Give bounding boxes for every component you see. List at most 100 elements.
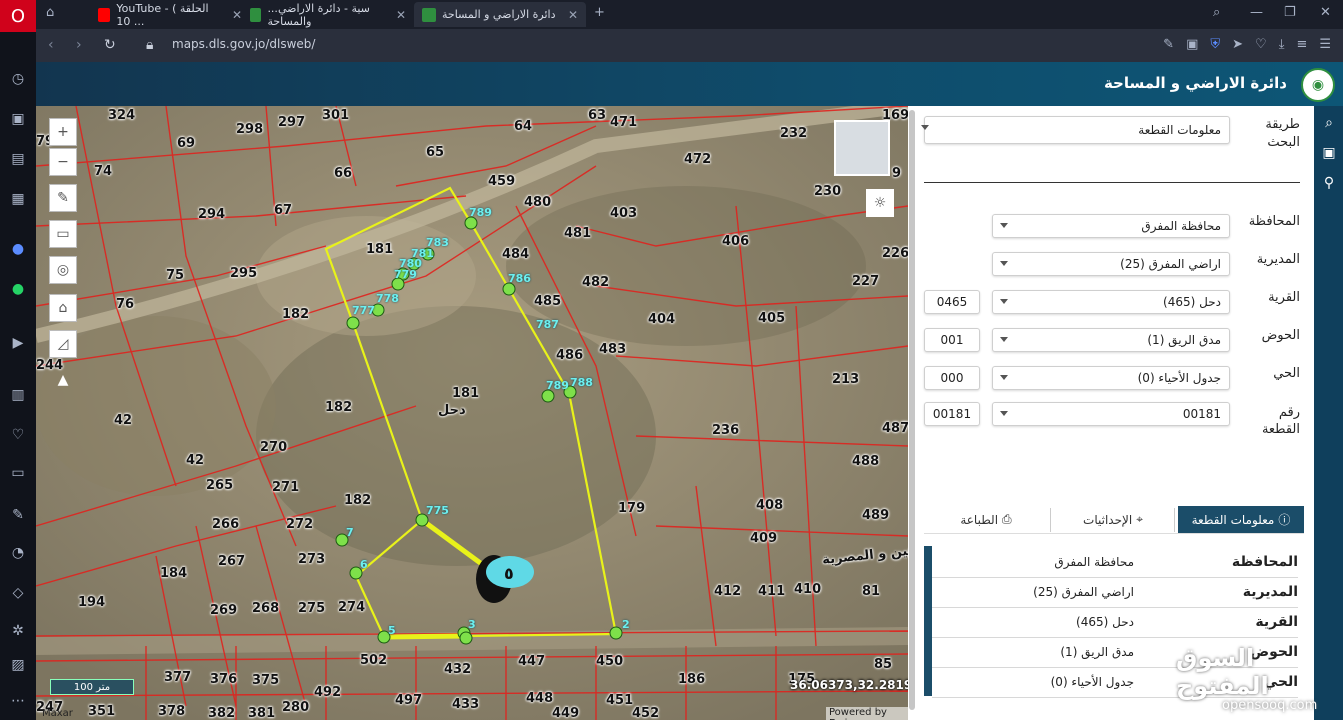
menu-icon[interactable]: ☰ bbox=[1319, 37, 1331, 52]
esri-attribution[interactable]: Powered by Esri bbox=[826, 707, 908, 720]
whatsapp-icon[interactable]: ● bbox=[9, 280, 27, 298]
tab-dls-map[interactable]: دائرة الاراضي و المساحة ✕ bbox=[414, 2, 586, 27]
measure-tool-icon[interactable]: ▭ bbox=[49, 220, 77, 248]
camera-icon[interactable]: ▣ bbox=[1186, 37, 1198, 52]
history-icon[interactable]: ◔ bbox=[9, 544, 27, 562]
map-scrollbar[interactable] bbox=[908, 106, 916, 720]
parcel-number-label: 480 bbox=[524, 195, 552, 210]
elevation-icon[interactable]: ◿ bbox=[49, 330, 77, 358]
location-pin-icon[interactable]: ⚲ bbox=[1320, 174, 1338, 192]
download-icon[interactable]: ⤓ bbox=[1279, 37, 1285, 52]
basin-select[interactable]: مدق الريق (1) bbox=[992, 328, 1230, 352]
parcel-code-field[interactable]: 00181 bbox=[924, 402, 980, 426]
heart-icon[interactable]: ♡ bbox=[1255, 37, 1267, 52]
parcel-number-label: 63 bbox=[588, 108, 607, 123]
zoom-out-button[interactable]: − bbox=[49, 148, 77, 176]
new-tab-icon[interactable]: + bbox=[594, 5, 605, 20]
close-tab-icon[interactable]: ✕ bbox=[568, 8, 578, 22]
bag-icon[interactable]: ▣ bbox=[9, 110, 27, 128]
compass-icon[interactable]: ▲ bbox=[49, 366, 77, 394]
parcel-number-label: 472 bbox=[684, 152, 712, 167]
parcel-number-label: 232 bbox=[780, 126, 808, 141]
close-tab-icon[interactable]: ✕ bbox=[396, 8, 406, 22]
layers-icon[interactable]: ▣ bbox=[1320, 144, 1338, 162]
close-tab-icon[interactable]: ✕ bbox=[232, 8, 242, 22]
neighborhood-label: الحي bbox=[1273, 366, 1300, 381]
parcel-number-label: 273 bbox=[298, 552, 326, 567]
speed-dial-icon[interactable]: ◷ bbox=[9, 70, 27, 88]
address-bar: ‹ › ↻ 🔒︎ maps.dls.gov.jo/dlsweb/ ✎ ▣ ⛨ ➤… bbox=[36, 29, 1343, 62]
locate-icon[interactable]: ◎ bbox=[49, 256, 77, 284]
coordinate-readout: 36.06373,32.28193 bbox=[790, 678, 908, 692]
settings-gear-icon[interactable]: ✲ bbox=[9, 622, 27, 640]
parcel-number-label: 433 bbox=[452, 697, 480, 712]
parcel-number-label: 452 bbox=[632, 706, 660, 720]
neighborhood-select[interactable]: جدول الأحياء (0) bbox=[992, 366, 1230, 390]
parcel-number-label: 451 bbox=[606, 693, 634, 708]
news-icon[interactable]: ▭ bbox=[9, 464, 27, 482]
tab-island-icon[interactable]: ⌂ bbox=[46, 5, 54, 20]
parcel-number-label: 432 bbox=[444, 662, 472, 677]
workspace-icon[interactable]: ▥ bbox=[9, 386, 27, 404]
forward-icon[interactable]: › bbox=[76, 37, 82, 53]
restore-icon[interactable]: ❐ bbox=[1284, 5, 1296, 20]
extension-icon[interactable]: ▦ bbox=[9, 190, 27, 208]
tab-dls-search[interactable]: ...سية - دائرة الاراضي والمساحة ✕ bbox=[242, 2, 414, 28]
home-icon[interactable]: ⌂ bbox=[49, 294, 77, 322]
minimize-icon[interactable]: — bbox=[1250, 5, 1263, 20]
daylight-icon[interactable]: ☼ bbox=[866, 189, 894, 217]
address-actions: ✎ ▣ ⛨ ➤ ♡ ⤓ ≡ ☰ bbox=[1163, 37, 1331, 52]
zoom-in-button[interactable]: + bbox=[49, 118, 77, 146]
directorate-value: اراضي المفرق (25) bbox=[1120, 257, 1221, 271]
parcel-number-label: 280 bbox=[282, 700, 310, 715]
tab-print[interactable]: الطباعة ⎙ bbox=[924, 506, 1048, 533]
vertex-label: 779 bbox=[394, 268, 417, 281]
close-window-icon[interactable]: ✕ bbox=[1320, 5, 1331, 20]
directorate-select[interactable]: اراضي المفرق (25) bbox=[992, 252, 1230, 276]
imagery-attribution: Maxar bbox=[42, 708, 73, 719]
tab-coordinates[interactable]: الإحداثيات ⌖ bbox=[1052, 506, 1174, 533]
village-code-field[interactable]: 0465 bbox=[924, 290, 980, 314]
overview-minimap[interactable] bbox=[834, 120, 890, 176]
village-select[interactable]: دحل (465) bbox=[992, 290, 1230, 314]
heart-icon[interactable]: ♡ bbox=[9, 426, 27, 444]
parcel-number-label: 186 bbox=[678, 672, 706, 687]
twitch-icon[interactable]: ▤ bbox=[9, 150, 27, 168]
tab-youtube[interactable]: YouTube - ( الحلقة 10 ... ✕ bbox=[90, 2, 250, 28]
info-scrollbar[interactable] bbox=[924, 546, 932, 696]
back-icon[interactable]: ‹ bbox=[48, 37, 54, 53]
youtube-favicon-icon bbox=[98, 7, 111, 22]
messenger-icon[interactable]: ● bbox=[9, 240, 27, 258]
basin-code-field[interactable]: 001 bbox=[924, 328, 980, 352]
cube-icon[interactable]: ◇ bbox=[9, 584, 27, 602]
divider bbox=[924, 182, 1300, 183]
governorate-select[interactable]: محافظة المفرق bbox=[992, 214, 1230, 238]
parcel-number-label: 409 bbox=[750, 531, 778, 546]
edit-page-icon[interactable]: ✎ bbox=[1163, 37, 1174, 52]
vertex-label: 5 bbox=[388, 624, 396, 637]
send-icon[interactable]: ➤ bbox=[1232, 37, 1243, 52]
tab-parcel-info[interactable]: معلومات القطعة ⓘ bbox=[1178, 506, 1304, 533]
search-icon[interactable]: ⌕ bbox=[1320, 114, 1338, 132]
map-view[interactable]: ٥ 324 79 298 297 301 63 471 64 232 169 69 65 472 74 66… bbox=[36, 106, 908, 720]
parcel-number-select[interactable]: 00181 bbox=[992, 402, 1230, 426]
neighborhood-code-field[interactable]: 000 bbox=[924, 366, 980, 390]
more-icon[interactable]: ⋯ bbox=[9, 692, 27, 710]
vpn-shield-icon[interactable]: ⛨ bbox=[1210, 37, 1220, 52]
parcel-number-label: 76 bbox=[116, 297, 135, 312]
info-value: اراضي المفرق (25) bbox=[1033, 585, 1134, 599]
parcel-number-label: 404 bbox=[648, 312, 676, 327]
edit-icon[interactable]: ✎ bbox=[9, 506, 27, 524]
parcel-number-label: 471 bbox=[610, 115, 638, 130]
opera-logo-icon[interactable]: O bbox=[0, 0, 36, 32]
easy-setup-icon[interactable]: ≡ bbox=[1296, 37, 1307, 52]
reload-icon[interactable]: ↻ bbox=[104, 37, 116, 53]
search-tabs-icon[interactable]: ⌕ bbox=[1213, 5, 1220, 20]
parcel-number-label: 179 bbox=[618, 501, 646, 516]
draw-tool-icon[interactable]: ✎ bbox=[49, 184, 77, 212]
search-method-select[interactable]: معلومات القطعة bbox=[921, 116, 1230, 144]
player-icon[interactable]: ▶ bbox=[9, 334, 27, 352]
url-field[interactable]: maps.dls.gov.jo/dlsweb/ bbox=[172, 37, 315, 51]
governorate-label: المحافظة bbox=[1248, 214, 1300, 229]
gallery-icon[interactable]: ▨ bbox=[9, 656, 27, 674]
